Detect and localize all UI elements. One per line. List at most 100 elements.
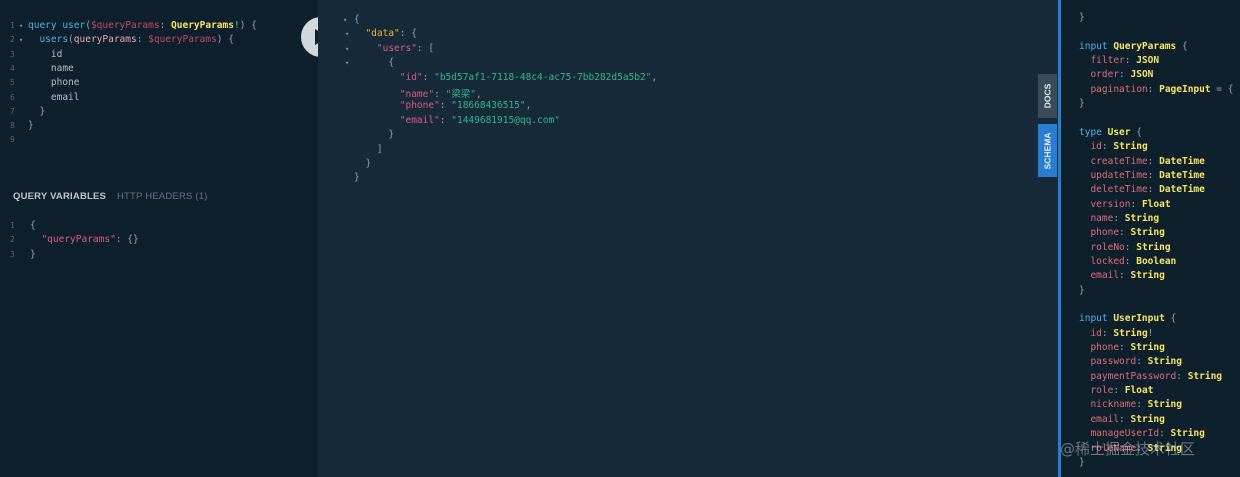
- code-token: User: [1107, 126, 1131, 138]
- fold-toggle-icon[interactable]: ▾: [345, 45, 349, 53]
- code-token: DateTime: [1159, 155, 1205, 167]
- code-token: String: [1124, 212, 1160, 224]
- variables-tabs: QUERY VARIABLES HTTP HEADERS (1): [13, 191, 208, 202]
- code-token: JSON: [1136, 55, 1160, 67]
- fold-toggle-icon[interactable]: ▾: [19, 36, 23, 44]
- tab-schema[interactable]: SCHEMA: [1038, 124, 1057, 177]
- code-line: "queryParams": {}: [30, 234, 138, 245]
- code-token: input: [1079, 40, 1114, 52]
- code-line: ]: [354, 144, 383, 155]
- code-token: type: [1079, 126, 1108, 138]
- code-token: filter: [1079, 55, 1125, 67]
- result-pane: { "data": { "users": [ { "id": "b5d57af1…: [318, 0, 1058, 477]
- code-token: QueryParams: [1113, 40, 1177, 52]
- tab-http-headers[interactable]: HTTP HEADERS (1): [117, 191, 208, 202]
- code-token: :: [1136, 356, 1148, 368]
- code-token: PageInput: [1159, 83, 1211, 95]
- code-token: "1449681915@qq.com": [451, 114, 560, 126]
- code-token: ,: [651, 71, 658, 83]
- code-token: paymentPassword: [1079, 370, 1177, 382]
- code-line: pagination: PageInput = { p: [1079, 84, 1240, 95]
- code-token: String: [1136, 241, 1171, 253]
- code-token: }: [1079, 98, 1085, 110]
- line-number: 6: [10, 92, 15, 102]
- code-token: id: [1079, 141, 1102, 153]
- line-number: 8: [10, 121, 15, 131]
- code-token: id: [28, 48, 63, 60]
- code-token: name: [1079, 212, 1114, 224]
- code-line: users(queryParams: $queryParams) {: [28, 34, 234, 45]
- code-token: phone: [1079, 227, 1120, 239]
- code-token: :: [1130, 198, 1142, 210]
- tab-docs[interactable]: DOCS: [1038, 74, 1057, 118]
- code-token: :: [1113, 212, 1125, 224]
- query-editor[interactable]: 1 query user($queryParams: QueryParams!) …: [0, 0, 318, 180]
- code-line: "name": "梁梁",: [354, 86, 482, 100]
- code-token: :: [1147, 83, 1160, 95]
- code-token: :: [1124, 241, 1137, 253]
- code-line: name: String: [1079, 213, 1159, 224]
- code-token: :: [1101, 327, 1114, 339]
- code-line: }: [354, 172, 360, 183]
- code-token: String: [1130, 342, 1165, 354]
- fold-toggle-icon[interactable]: ▾: [345, 30, 349, 38]
- code-line: phone: [28, 77, 80, 89]
- code-line: filter: JSON: [1079, 55, 1159, 66]
- code-token: phone: [1079, 342, 1120, 354]
- code-line: updateTime: DateTime: [1079, 169, 1204, 181]
- code-token: :: [1119, 227, 1131, 239]
- code-token: :: [136, 34, 149, 46]
- line-number: 1: [10, 221, 15, 230]
- code-token: :: [1113, 385, 1125, 397]
- code-token: :: [1101, 141, 1114, 153]
- code-token: :: [434, 89, 446, 100]
- code-line: email: String: [1079, 270, 1164, 282]
- code-token: :: [1147, 169, 1160, 181]
- code-line: input UserInput {: [1079, 313, 1176, 324]
- tab-query-variables[interactable]: QUERY VARIABLES: [13, 191, 106, 202]
- tab-docs-label: DOCS: [1042, 83, 1053, 109]
- code-token: version: [1079, 198, 1131, 210]
- code-token: ,: [475, 89, 482, 100]
- code-token: UserInput: [1113, 313, 1165, 325]
- code-token: pagination: [1079, 83, 1148, 95]
- code-line: phone: String: [1079, 342, 1165, 354]
- code-token: "b5d57af1-7118-48c4-ac75-7bb282d5a5b2": [434, 71, 652, 83]
- code-token: "phone": [354, 100, 440, 112]
- code-line: "data": {: [354, 28, 417, 39]
- fold-toggle-icon[interactable]: ▾: [345, 59, 349, 67]
- code-token: : {: [399, 28, 417, 40]
- code-token: String: [1130, 227, 1165, 239]
- code-line: id: String: [1079, 141, 1148, 153]
- code-token: String: [1113, 141, 1148, 153]
- code-token: :: [422, 71, 435, 83]
- code-token: nickname: [1079, 399, 1137, 411]
- code-token: }: [354, 172, 360, 184]
- code-line: type User {: [1079, 127, 1142, 138]
- code-token: {: [354, 14, 360, 25]
- line-number: 5: [10, 78, 15, 88]
- code-token: {: [354, 57, 395, 69]
- code-token: QueryParams: [171, 20, 234, 31]
- code-token: String: [1147, 356, 1182, 368]
- code-token: }: [1079, 284, 1085, 296]
- code-line: {: [30, 220, 36, 231]
- code-token: phone: [28, 77, 80, 89]
- fold-toggle-icon[interactable]: ▾: [343, 16, 347, 24]
- fold-toggle-icon[interactable]: ▾: [19, 22, 23, 30]
- code-line: query user($queryParams: QueryParams!) {: [28, 20, 257, 31]
- code-token: !: [1147, 327, 1154, 339]
- code-token: email: [1079, 270, 1120, 282]
- code-token: {: [1164, 313, 1177, 325]
- code-line: role: Float: [1079, 385, 1153, 396]
- code-line: roleNo: String: [1079, 241, 1171, 253]
- code-token: :: [1124, 55, 1137, 67]
- code-token: String: [1187, 370, 1223, 382]
- code-token: ) {: [216, 34, 234, 46]
- code-token: email: [1079, 413, 1120, 425]
- schema-panel[interactable]: } input QueryParams { filter: JSON order:…: [1058, 0, 1240, 477]
- code-line: version: Float: [1079, 198, 1170, 210]
- code-token: input: [1079, 313, 1114, 325]
- code-token: queryParams: [73, 34, 137, 46]
- code-line: }: [1079, 12, 1085, 23]
